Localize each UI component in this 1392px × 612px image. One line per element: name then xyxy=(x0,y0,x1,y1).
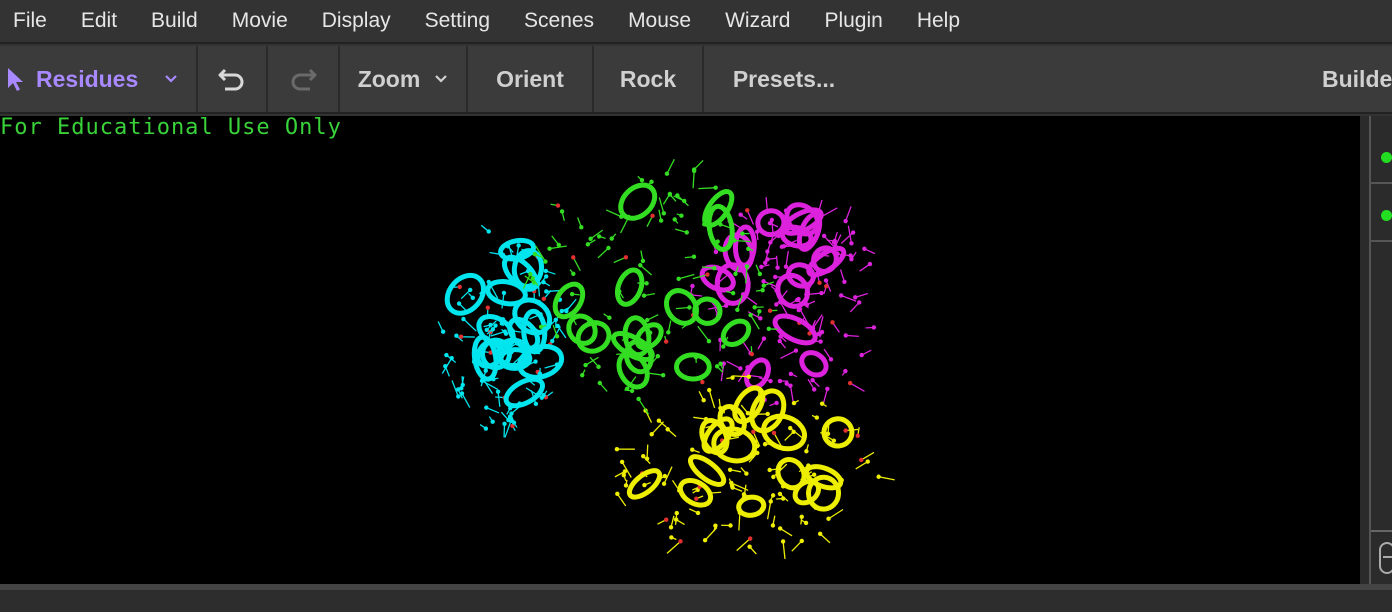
presets-label: Presets... xyxy=(732,65,836,92)
menu-bar: File Edit Build Movie Display Setting Sc… xyxy=(0,0,1392,44)
selection-mode-label: Residues xyxy=(36,65,139,92)
panel-scroll-control[interactable] xyxy=(1371,530,1392,584)
undo-button[interactable] xyxy=(198,46,268,112)
redo-button[interactable] xyxy=(268,46,340,112)
pointer-arrow-icon xyxy=(8,68,23,91)
object-row-all[interactable] xyxy=(1371,126,1392,184)
builder-label: Builde xyxy=(1322,65,1392,92)
menu-scenes[interactable]: Scenes xyxy=(507,0,611,43)
menu-build[interactable]: Build xyxy=(134,0,215,43)
protein-structure-render xyxy=(437,159,895,559)
toolbar: Residues Zoom Orient Rock Presets... Bui… xyxy=(0,46,1392,114)
status-bar xyxy=(0,584,1392,612)
menu-help[interactable]: Help xyxy=(900,0,977,43)
object-enabled-indicator xyxy=(1381,210,1392,221)
educational-watermark: For Educational Use Only xyxy=(0,116,342,140)
protein-chain-2 xyxy=(614,374,895,559)
orient-button[interactable]: Orient xyxy=(468,46,594,112)
menu-display[interactable]: Display xyxy=(305,0,408,43)
selection-mode-dropdown[interactable]: Residues xyxy=(0,46,198,112)
object-panel xyxy=(1360,116,1392,584)
rock-button[interactable]: Rock xyxy=(594,46,704,112)
object-enabled-indicator xyxy=(1381,152,1392,163)
scroll-knob-icon xyxy=(1379,542,1392,574)
builder-button[interactable]: Builde xyxy=(1322,46,1392,112)
menu-setting[interactable]: Setting xyxy=(408,0,507,43)
menu-plugin[interactable]: Plugin xyxy=(807,0,899,43)
redo-icon xyxy=(291,68,317,91)
orient-label: Orient xyxy=(496,65,564,92)
molecular-viewport[interactable]: For Educational Use Only xyxy=(0,116,1360,584)
undo-icon xyxy=(218,68,244,91)
presets-button[interactable]: Presets... xyxy=(704,46,864,112)
menu-wizard[interactable]: Wizard xyxy=(708,0,807,43)
menu-movie[interactable]: Movie xyxy=(215,0,305,43)
menu-mouse[interactable]: Mouse xyxy=(611,0,708,43)
rock-label: Rock xyxy=(619,65,677,92)
chevron-down-icon xyxy=(165,75,178,83)
chevron-down-icon xyxy=(435,75,448,83)
menu-edit[interactable]: Edit xyxy=(64,0,134,43)
object-row-molecule[interactable] xyxy=(1371,184,1392,242)
zoom-label: Zoom xyxy=(357,65,421,92)
menu-file[interactable]: File xyxy=(0,0,64,43)
zoom-dropdown[interactable]: Zoom xyxy=(340,46,468,112)
